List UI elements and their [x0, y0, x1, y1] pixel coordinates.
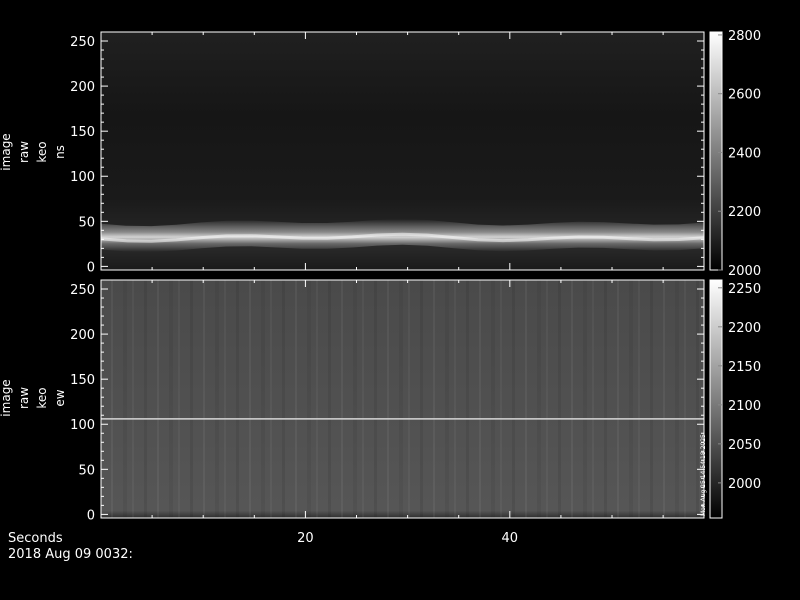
y-tick-label: 200 [70, 328, 95, 343]
y-tick-label: 50 [78, 215, 95, 230]
colorbar-tick-label: 2600 [728, 88, 761, 103]
colorbar-tick-label: 2150 [728, 360, 761, 375]
keogram-figure: 050100150200250image raw keo ns200022002400… [0, 29, 761, 546]
y-tick-label: 0 [87, 260, 95, 275]
ns-keogram-panel: 0 50 100 150 200 250 image raw keo ns 2000 2200 2400… [0, 29, 761, 279]
ew-y-label: image raw keo ew [0, 379, 67, 416]
y-tick-label: 50 [78, 463, 95, 478]
ns-colorbar [710, 32, 722, 270]
y-tick-label: 150 [70, 373, 95, 388]
y-label-word: image [0, 379, 13, 416]
colorbar-tick-label: 2800 [728, 29, 761, 44]
y-tick-label: 100 [70, 418, 95, 433]
x-tick-label: 40 [502, 531, 519, 546]
timestamp-label: 2018 Aug 09 0032: [8, 547, 133, 562]
colorbar-tick-label: 2200 [728, 321, 761, 336]
y-label-word: ns [53, 145, 67, 159]
y-tick-label: 150 [70, 125, 95, 140]
side-timestamp: Mon Aug 25 14:54:18 2025 [700, 434, 707, 516]
y-tick-label: 250 [70, 283, 95, 298]
ew-heatmap-texture [101, 280, 704, 518]
y-label-word: ew [53, 389, 67, 406]
colorbar-tick-label: 2250 [728, 282, 761, 297]
y-tick-label: 200 [70, 80, 95, 95]
y-tick-label: 100 [70, 170, 95, 185]
y-tick-label: 250 [70, 35, 95, 50]
x-axis-title: Seconds [8, 531, 63, 546]
ns-y-label: image raw keo ns [0, 133, 67, 170]
y-label-word: keo [35, 387, 49, 408]
y-label-word: raw [17, 141, 31, 163]
y-label-word: raw [17, 387, 31, 409]
ew-colorbar [710, 280, 722, 518]
ew-keogram-panel: 0 50 100 150 200 250 20 40 image raw keo ew 2000 2050… [0, 279, 761, 546]
y-label-word: keo [35, 141, 49, 162]
colorbar-tick-label: 2050 [728, 438, 761, 453]
y-tick-label: 0 [87, 508, 95, 523]
colorbar-tick-label: 2000 [728, 477, 761, 492]
colorbar-tick-label: 2100 [728, 399, 761, 414]
y-label-word: image [0, 133, 13, 170]
colorbar-tick-label: 2400 [728, 146, 761, 161]
x-tick-label: 20 [297, 531, 314, 546]
colorbar-tick-label: 2000 [728, 264, 761, 279]
colorbar-tick-label: 2200 [728, 205, 761, 220]
